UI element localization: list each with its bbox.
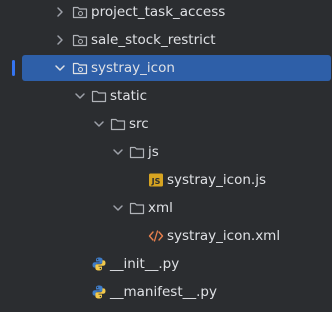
chevron-right-icon[interactable] [53,33,67,47]
tree-item-label: sale_stock_restrict [91,32,216,48]
tree-item-static[interactable]: static [0,82,332,110]
tree-item-manifest-py[interactable]: __manifest__.py [0,278,332,306]
tree-item-js[interactable]: js [0,138,332,166]
tree-item-label: __manifest__.py [110,284,217,300]
tree-item-label: systray_icon [91,60,175,76]
tree-item-src[interactable]: src [0,110,332,138]
chevron-down-icon[interactable] [73,89,87,103]
selection-highlight [22,55,331,81]
python-file-icon [92,285,106,299]
python-file-icon [92,257,106,271]
tree-item-label: systray_icon.xml [167,228,281,244]
svg-text:JS: JS [151,177,161,186]
folder-icon [110,118,126,131]
tree-item-label: systray_icon.js [167,172,266,188]
chevron-down-icon[interactable] [92,117,106,131]
js-file-icon: JS [149,173,163,187]
chevron-down-icon[interactable] [111,201,125,215]
project-tree: project_task_access sale_stock_restrict … [0,0,332,312]
tree-item-label: xml [148,200,173,216]
tree-item-label: src [129,116,149,132]
module-folder-icon [72,34,88,47]
tree-item-xml[interactable]: xml [0,194,332,222]
tree-item-systray-icon[interactable]: systray_icon [0,54,332,82]
module-folder-icon [72,6,88,19]
chevron-down-icon[interactable] [111,145,125,159]
tree-item-label: __init__.py [110,256,180,272]
folder-icon [129,202,145,215]
module-folder-icon [72,62,88,75]
tree-item-project-task-access[interactable]: project_task_access [0,0,332,26]
chevron-down-icon[interactable] [53,61,67,75]
folder-icon [91,90,107,103]
chevron-right-icon[interactable] [53,5,67,19]
folder-icon [129,146,145,159]
tree-item-systray-icon-xml[interactable]: systray_icon.xml [0,222,332,250]
tree-item-label: project_task_access [91,4,226,20]
tree-item-init-py[interactable]: __init__.py [0,250,332,278]
tree-item-label: static [110,88,148,104]
selection-marker [12,60,15,76]
tree-item-sale-stock-restrict[interactable]: sale_stock_restrict [0,26,332,54]
tree-item-label: js [148,144,159,160]
tree-item-systray-icon-js[interactable]: JS systray_icon.js [0,166,332,194]
xml-file-icon [148,230,164,242]
